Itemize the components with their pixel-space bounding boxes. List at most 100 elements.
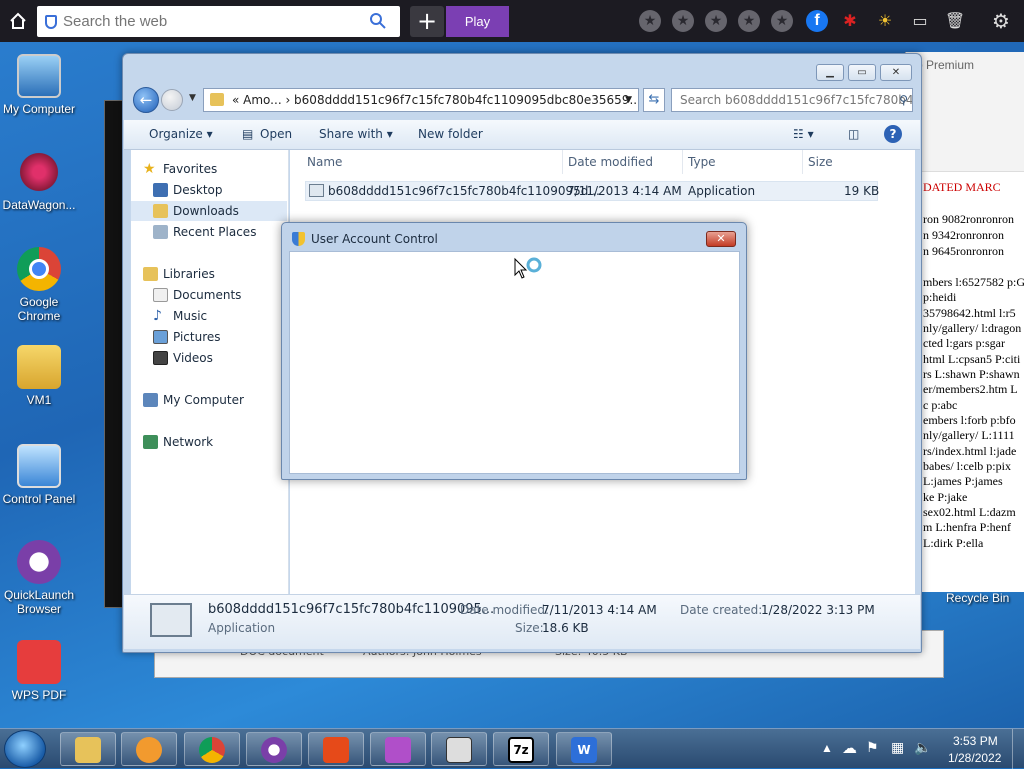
network-icon <box>143 435 158 449</box>
taskbar-wps-writer[interactable]: W <box>556 732 612 766</box>
clock-date[interactable]: 1/28/2022 <box>948 751 1001 765</box>
bug-icon[interactable]: ✱ <box>839 10 861 32</box>
taskbar-7zip[interactable]: 7z <box>493 732 549 766</box>
premium-label: o Premium <box>916 58 975 72</box>
weather-icon[interactable]: ☀ <box>874 10 896 32</box>
home-icon[interactable] <box>0 0 36 42</box>
nav-recent-places[interactable]: Recent Places <box>131 222 287 242</box>
nav-my-computer[interactable]: My Computer <box>131 390 287 410</box>
taskbar-wps[interactable] <box>308 732 364 766</box>
preview-pane-icon[interactable]: ◫ <box>848 127 859 141</box>
desktop-icon-my-computer[interactable]: My Computer <box>0 54 78 116</box>
refresh-button[interactable]: ⇆ <box>643 88 665 112</box>
trash-icon[interactable]: 🗑 <box>944 10 966 32</box>
seven-zip-icon: 7z <box>508 737 534 763</box>
recent-pages-dropdown[interactable]: ▼ <box>189 93 196 103</box>
folder-icon[interactable]: ▭ <box>909 10 931 32</box>
desktop-icon-chrome[interactable]: Google Chrome <box>0 247 78 323</box>
clock-time[interactable]: 3:53 PM <box>953 734 998 748</box>
doc-line: p:heidi <box>923 290 957 304</box>
star-icon: ★ <box>143 161 156 177</box>
show-hidden-icons[interactable]: ▲ <box>821 741 833 755</box>
address-dropdown-icon[interactable]: ▼ <box>625 89 632 111</box>
folder-icon <box>75 737 101 763</box>
taskbar-quicklaunch[interactable] <box>246 732 302 766</box>
star-icon[interactable]: ★ <box>705 10 727 32</box>
doc-line: rs L:shawn P:shawn <box>923 367 1020 381</box>
new-tab-button[interactable]: + <box>410 6 444 37</box>
taskbar-chrome[interactable] <box>184 732 240 766</box>
search-icon[interactable]: ⚲ <box>899 89 908 111</box>
minimize-button[interactable]: ▁ <box>816 64 844 81</box>
desktop-icon-quicklaunch[interactable]: QuickLaunch Browser <box>0 540 78 616</box>
gear-icon[interactable]: ⚙ <box>990 10 1012 32</box>
desktop-icon-control-panel[interactable]: Control Panel <box>0 444 78 506</box>
taskbar: 7z W ▲ ☁ ⚑ ▦ 🔈 3:53 PM 1/28/2022 <box>0 728 1024 769</box>
nav-videos[interactable]: Videos <box>131 348 287 368</box>
new-folder-button[interactable]: New folder <box>418 127 483 141</box>
organize-button[interactable]: Organize ▾ <box>149 127 213 141</box>
uac-close-button[interactable]: ✕ <box>706 231 736 247</box>
facebook-icon[interactable]: f <box>806 10 828 32</box>
search-icon[interactable] <box>369 12 387 30</box>
nav-label: Desktop <box>173 183 223 197</box>
nav-network[interactable]: Network <box>131 432 287 452</box>
nav-documents[interactable]: Documents <box>131 285 287 305</box>
nav-libraries[interactable]: Libraries <box>131 264 287 284</box>
navigation-pane: ★ Favorites Desktop Downloads Recent Plac… <box>131 150 289 594</box>
desktop-icon-vm1[interactable]: VM1 <box>0 345 78 407</box>
network-icon[interactable]: ▦ <box>891 739 904 756</box>
web-search-box[interactable] <box>37 6 400 37</box>
taskbar-explorer[interactable] <box>60 732 116 766</box>
star-icon[interactable]: ★ <box>738 10 760 32</box>
details-file-name: b608dddd151c96f7c15fc780b4fc1109095... <box>208 602 495 617</box>
back-button[interactable]: ← <box>133 87 159 113</box>
action-center-icon[interactable]: ⚑ <box>866 739 879 756</box>
maximize-button[interactable]: ▭ <box>848 64 876 81</box>
doc-heading: DATED MARC <box>923 180 1001 194</box>
show-desktop-button[interactable] <box>1012 729 1024 769</box>
open-button[interactable]: Open <box>260 127 292 141</box>
star-icon[interactable]: ★ <box>771 10 793 32</box>
close-button[interactable]: ✕ <box>880 64 912 81</box>
desktop-icon-datawagon[interactable]: DataWagon... <box>0 150 78 212</box>
column-type[interactable]: Type <box>688 155 716 169</box>
quicklaunch-icon <box>261 737 287 763</box>
open-icon: ▤ <box>242 127 254 141</box>
background-document-window: o Premium DATED MARC ron 9082ronronron n… <box>905 52 1024 592</box>
nav-music[interactable]: ♪ Music <box>131 306 287 326</box>
desktop-icon-wps-pdf[interactable]: WPS PDF <box>0 640 78 702</box>
desktop-icon-label: WPS PDF <box>11 688 67 702</box>
nav-desktop[interactable]: Desktop <box>131 180 287 200</box>
nav-favorites[interactable]: ★ Favorites <box>131 159 287 179</box>
cloud-icon[interactable]: ☁ <box>842 739 857 757</box>
doc-line: cted l:gars p:sgar <box>923 336 1005 350</box>
taskbar-calculator[interactable] <box>431 732 487 766</box>
volume-icon[interactable]: 🔈 <box>914 739 931 756</box>
taskbar-app[interactable] <box>370 732 426 766</box>
forward-button[interactable] <box>161 89 183 111</box>
column-size[interactable]: Size <box>808 155 833 169</box>
recycle-bin-label[interactable]: Recycle Bin <box>946 591 1009 605</box>
star-icon[interactable]: ★ <box>639 10 661 32</box>
doc-line: ke P:jake <box>923 490 968 504</box>
share-with-button[interactable]: Share with ▾ <box>319 127 393 141</box>
web-search-input[interactable] <box>63 13 353 30</box>
desktop-icon-label: DataWagon... <box>2 198 76 212</box>
taskbar-media-player[interactable] <box>121 732 177 766</box>
desktop-icon-label: VM1 <box>26 393 52 407</box>
uac-dialog: User Account Control ✕ <box>281 222 747 480</box>
start-button[interactable] <box>4 730 46 768</box>
column-date-modified[interactable]: Date modified <box>568 155 653 169</box>
column-name[interactable]: Name <box>307 155 342 169</box>
nav-downloads[interactable]: Downloads <box>131 201 287 221</box>
folder-search-box[interactable]: Search b608dddd151c96f7c15fc780b4f... ⚲ <box>671 88 913 112</box>
address-bar[interactable]: « Amo... › b608dddd151c96f7c15fc780b4fc1… <box>203 88 639 112</box>
details-date-created-label: Date created: <box>680 603 763 617</box>
view-options-icon[interactable]: ☷ ▾ <box>793 127 814 141</box>
table-row[interactable]: b608dddd151c96f7c15fc780b4fc1109095d... … <box>305 181 879 201</box>
play-button[interactable]: Play <box>446 6 509 37</box>
nav-pictures[interactable]: Pictures <box>131 327 287 347</box>
star-icon[interactable]: ★ <box>672 10 694 32</box>
help-icon[interactable]: ? <box>884 125 902 143</box>
